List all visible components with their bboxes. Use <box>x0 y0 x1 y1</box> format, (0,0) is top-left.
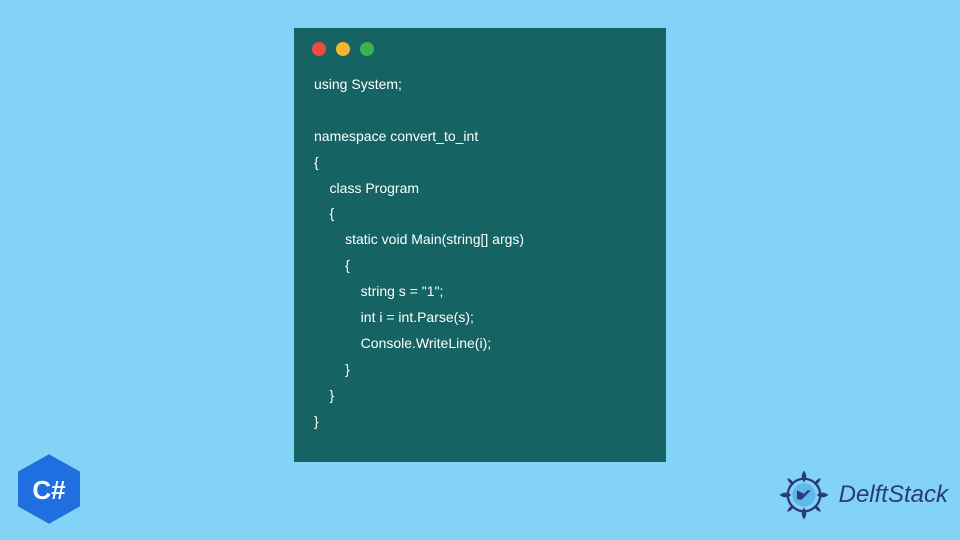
csharp-label: C# <box>32 475 66 505</box>
close-icon[interactable] <box>312 42 326 56</box>
window-titlebar <box>294 28 666 64</box>
code-window: using System; namespace convert_to_int {… <box>294 28 666 462</box>
code-content: using System; namespace convert_to_int {… <box>294 64 666 444</box>
minimize-icon[interactable] <box>336 42 350 56</box>
delftstack-label: DelftStack <box>839 481 948 509</box>
delftstack-emblem-icon <box>775 466 833 524</box>
csharp-logo-icon: C# <box>18 454 80 524</box>
delftstack-logo: DelftStack <box>775 466 948 524</box>
maximize-icon[interactable] <box>360 42 374 56</box>
